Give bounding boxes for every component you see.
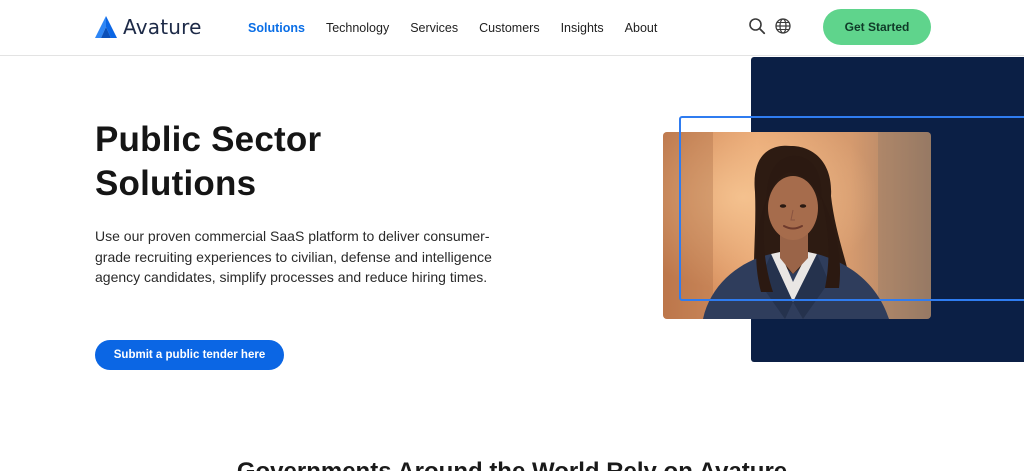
page-title: Public Sector Solutions	[95, 118, 515, 206]
main-nav: Solutions Technology Services Customers …	[248, 18, 678, 38]
nav-item-services[interactable]: Services	[410, 18, 458, 38]
nav-item-technology[interactable]: Technology	[326, 18, 389, 38]
get-started-button[interactable]: Get Started	[823, 9, 931, 45]
site-header: Avature Solutions Technology Services Cu…	[0, 0, 1024, 56]
nav-item-about[interactable]: About	[625, 18, 658, 38]
hero-description: Use our proven commercial SaaS platform …	[95, 228, 492, 285]
page-title-line-2: Solutions	[95, 164, 257, 203]
nav-item-insights[interactable]: Insights	[561, 18, 604, 38]
logo-link[interactable]: Avature	[94, 14, 202, 40]
page-title-line-1: Public Sector	[95, 120, 322, 159]
nav-item-solutions[interactable]: Solutions	[248, 18, 305, 38]
search-icon[interactable]	[748, 17, 766, 35]
nav-item-customers[interactable]: Customers	[479, 18, 539, 38]
brand-name: Avature	[123, 15, 202, 39]
section-heading: Governments Around the World Rely on Ava…	[0, 458, 1024, 471]
avature-logo-icon	[95, 16, 117, 38]
submit-public-tender-button[interactable]: Submit a public tender here	[95, 340, 284, 370]
decorative-frame-outline	[679, 116, 1024, 301]
globe-icon[interactable]	[774, 17, 792, 35]
